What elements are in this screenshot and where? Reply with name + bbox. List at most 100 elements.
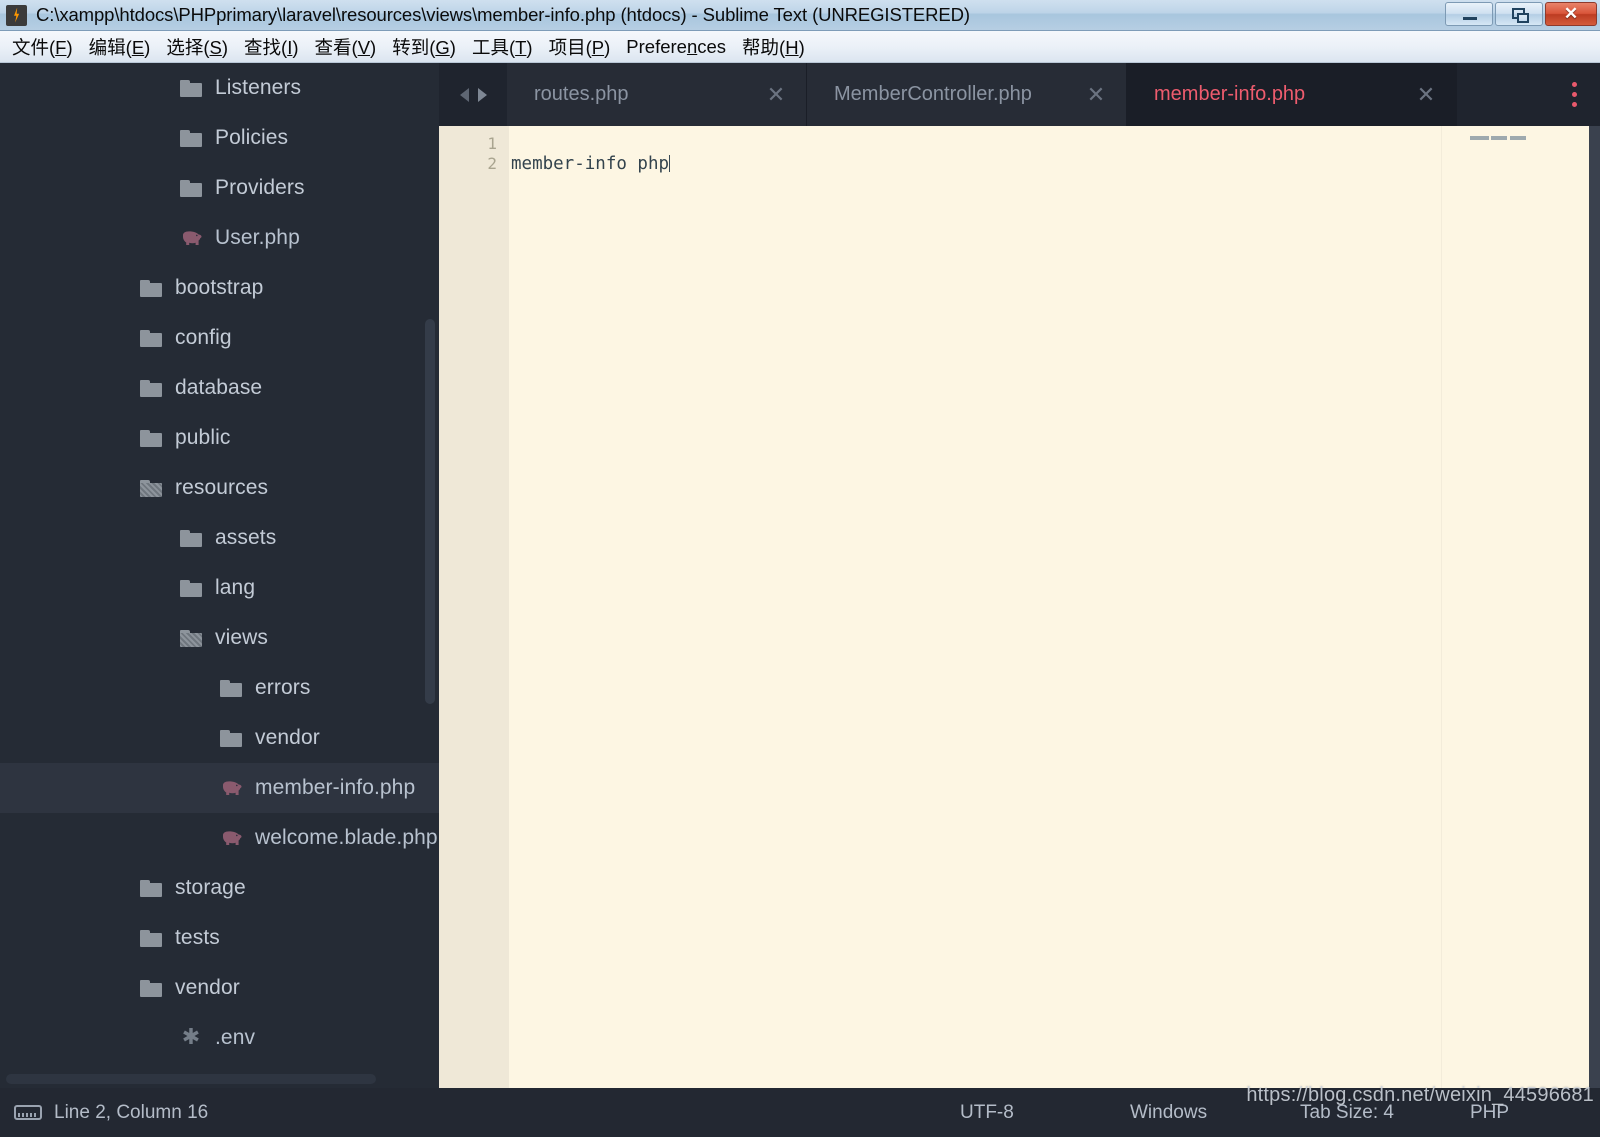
sidebar-file-tree[interactable]: Listeners Policies Providers User.php bootst… — [0, 63, 439, 1088]
code-text-area[interactable]: member-info php — [509, 126, 1600, 1088]
menu-item-9[interactable]: Preferences — [618, 34, 734, 60]
tree-item-assets[interactable]: assets — [0, 513, 439, 563]
tab-routes-php[interactable]: routes.php ✕ — [507, 63, 807, 126]
workspace: Listeners Policies Providers User.php bootst… — [0, 63, 1600, 1088]
sidebar-vertical-scrollbar[interactable] — [425, 319, 435, 704]
tree-item-label: User.php — [215, 226, 300, 249]
sidebar-horizontal-scrollbar[interactable] — [6, 1074, 376, 1084]
tree-item-lang[interactable]: lang — [0, 563, 439, 613]
text-caret — [669, 155, 671, 172]
keyboard-icon — [14, 1105, 42, 1120]
tree-item-welcome-blade-php[interactable]: welcome.blade.php — [0, 813, 439, 863]
window-controls: ✕ — [1445, 2, 1597, 26]
close-icon: ✕ — [1563, 4, 1579, 23]
folder-tree: Listeners Policies Providers User.php bootst… — [0, 63, 439, 1063]
title-bar: C:\xampp\htdocs\PHPprimary\laravel\resou… — [0, 0, 1600, 31]
editor-pane: routes.php ✕ MemberController.php ✕ member-i… — [439, 63, 1600, 1088]
encoding-label[interactable]: UTF-8 — [960, 1102, 1130, 1124]
folder-icon — [140, 879, 162, 897]
tab-member-info-php[interactable]: member-info.php ✕ — [1127, 63, 1457, 126]
tab-close-icon[interactable]: ✕ — [764, 82, 788, 107]
tree-item-member-info-php[interactable]: member-info.php — [0, 763, 439, 813]
tree-item-resources[interactable]: resources — [0, 463, 439, 513]
tree-item-database[interactable]: database — [0, 363, 439, 413]
menu-item-6[interactable]: 转到(G) — [384, 32, 464, 62]
maximize-restore-button[interactable] — [1495, 2, 1543, 26]
line-number: 2 — [487, 154, 497, 173]
code-line: member-info php — [511, 154, 1600, 174]
tree-item-vendor[interactable]: vendor — [0, 963, 439, 1013]
tree-item-providers[interactable]: Providers — [0, 163, 439, 213]
editor-scrollbar-track[interactable] — [1589, 126, 1600, 1088]
minimap-line — [1470, 136, 1526, 140]
tree-item-label: resources — [175, 476, 269, 499]
tree-item-bootstrap[interactable]: bootstrap — [0, 263, 439, 313]
tree-item-public[interactable]: public — [0, 413, 439, 463]
minimize-button[interactable] — [1445, 2, 1493, 26]
php-elephant-icon — [180, 230, 204, 247]
tree-item-policies[interactable]: Policies — [0, 113, 439, 163]
folder-icon — [140, 979, 162, 997]
menu-item-2[interactable]: 编辑(E) — [81, 32, 159, 62]
tree-item-storage[interactable]: storage — [0, 863, 439, 913]
tab-list: routes.php ✕ MemberController.php ✕ member-i… — [507, 63, 1457, 126]
tab-close-icon[interactable]: ✕ — [1414, 82, 1438, 107]
close-button[interactable]: ✕ — [1545, 2, 1597, 26]
folder-icon — [180, 79, 202, 97]
php-elephant-icon — [220, 780, 244, 797]
asterisk-file-icon: ✱ — [181, 1024, 201, 1049]
watermark: https://blog.csdn.net/weixin_44596681 — [1246, 1084, 1594, 1106]
tree-item-label: Listeners — [215, 76, 302, 99]
folder-icon — [140, 929, 162, 947]
cursor-position: Line 2, Column 16 — [54, 1101, 209, 1123]
menu-item-3[interactable]: 选择(S) — [158, 32, 236, 62]
arrow-right-icon[interactable] — [477, 87, 487, 102]
tree-item-label: public — [175, 426, 231, 449]
menu-item-8[interactable]: 项目(P) — [541, 32, 619, 62]
tree-item-label: Policies — [215, 126, 289, 149]
menu-item-1[interactable]: 文件(F) — [4, 32, 81, 62]
menu-item-5[interactable]: 查看(V) — [307, 32, 385, 62]
folder-icon — [220, 729, 242, 747]
menu-bar: 文件(F) 编辑(E) 选择(S) 查找(I) 查看(V) 转到(G) 工具(T) 项目(P)… — [0, 31, 1600, 63]
tree-item--env[interactable]: ✱ .env — [0, 1013, 439, 1063]
tree-item-label: tests — [175, 926, 220, 949]
line-number-gutter: 12 — [439, 126, 509, 1088]
restore-icon — [1512, 8, 1529, 23]
tab-membercontroller-php[interactable]: MemberController.php ✕ — [807, 63, 1127, 126]
tree-item-label: .env — [215, 1026, 256, 1049]
more-vertical-icon[interactable] — [1548, 63, 1600, 126]
tab-close-icon[interactable]: ✕ — [1084, 82, 1108, 107]
folder-icon — [140, 379, 162, 397]
code-line-text: member-info php — [511, 154, 670, 174]
minimap[interactable] — [1441, 126, 1600, 1088]
tree-item-label: errors — [255, 676, 311, 699]
menu-item-7[interactable]: 工具(T) — [464, 32, 541, 62]
sublime-text-icon — [6, 4, 27, 26]
menu-item-4[interactable]: 查找(I) — [236, 32, 306, 62]
tree-item-label: Providers — [215, 176, 305, 199]
tree-item-tests[interactable]: tests — [0, 913, 439, 963]
tree-item-label: member-info.php — [255, 776, 416, 799]
folder-open-icon — [180, 629, 202, 647]
code-editor[interactable]: 12 member-info php — [439, 126, 1600, 1088]
tab-scroll-arrows[interactable] — [439, 63, 507, 126]
tree-item-user-php[interactable]: User.php — [0, 213, 439, 263]
tree-item-errors[interactable]: errors — [0, 663, 439, 713]
folder-icon — [180, 129, 202, 147]
tree-item-views[interactable]: views — [0, 613, 439, 663]
folder-icon — [180, 579, 202, 597]
tree-item-config[interactable]: config — [0, 313, 439, 363]
folder-icon — [140, 279, 162, 297]
tree-item-label: config — [175, 326, 232, 349]
tab-label: member-info.php — [1154, 83, 1306, 105]
arrow-left-icon[interactable] — [459, 87, 469, 102]
tree-item-label: lang — [215, 576, 256, 599]
tree-item-label: assets — [215, 526, 277, 549]
menu-item-10[interactable]: 帮助(H) — [734, 32, 813, 62]
tree-item-label: bootstrap — [175, 276, 264, 299]
tree-item-label: vendor — [175, 976, 240, 999]
tree-item-listeners[interactable]: Listeners — [0, 63, 439, 113]
tree-item-vendor[interactable]: vendor — [0, 713, 439, 763]
